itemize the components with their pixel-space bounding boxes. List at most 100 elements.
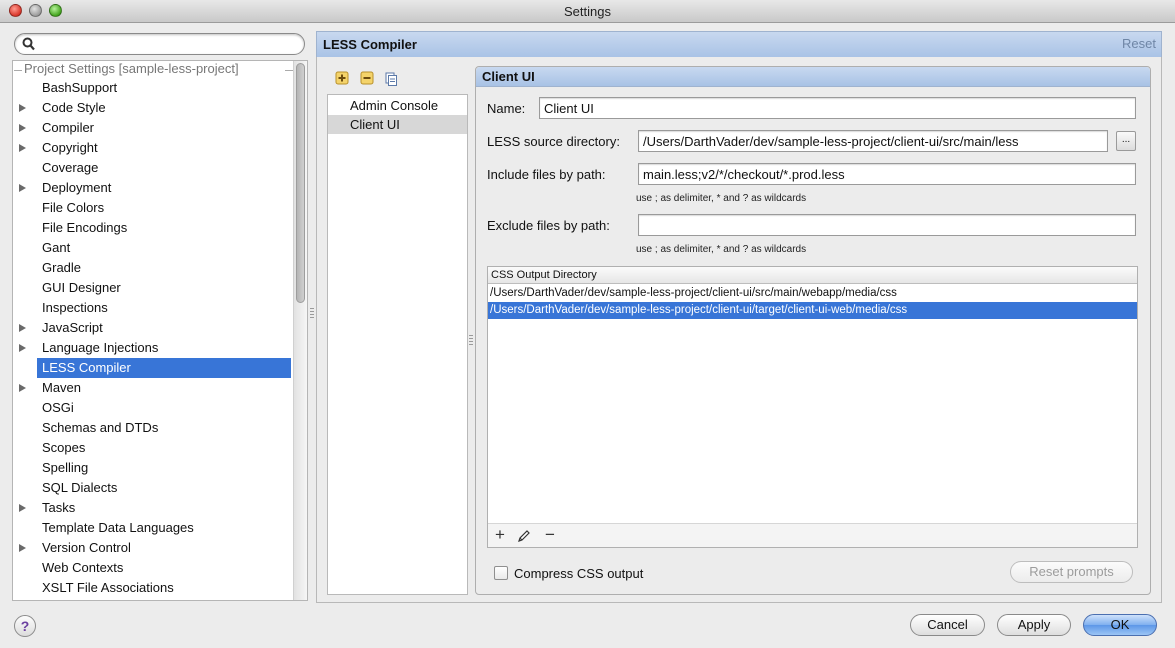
expand-arrow-icon[interactable] (19, 504, 26, 512)
remove-compiler-icon[interactable] (360, 71, 374, 85)
tree-item[interactable]: SQL Dialects (13, 478, 291, 498)
compiler-item-client-ui[interactable]: Client UI (328, 115, 467, 134)
cancel-button[interactable]: Cancel (910, 614, 985, 636)
compiler-list: Admin Console Client UI (327, 94, 468, 595)
css-output-row[interactable]: /Users/DarthVader/dev/sample-less-projec… (488, 302, 1137, 319)
tree-item-label: GUI Designer (42, 280, 121, 295)
tree-item[interactable]: Inspections (13, 298, 291, 318)
tree-item-label: Schemas and DTDs (42, 420, 159, 435)
source-directory-field[interactable]: /Users/DarthVader/dev/sample-less-projec… (638, 130, 1108, 152)
tree-item-label: Template Data Languages (42, 520, 194, 535)
expand-arrow-icon[interactable] (19, 324, 26, 332)
reset-prompts-button[interactable]: Reset prompts (1010, 561, 1133, 583)
tree-item-label: Gradle (42, 260, 82, 275)
tree-item[interactable]: Scopes (13, 438, 291, 458)
tree-item[interactable]: Gradle (13, 258, 291, 278)
css-output-row[interactable]: /Users/DarthVader/dev/sample-less-projec… (488, 285, 1137, 302)
apply-button[interactable]: Apply (997, 614, 1071, 636)
tree-item[interactable]: File Colors (13, 198, 291, 218)
tree-item[interactable]: XSLT File Associations (13, 578, 291, 598)
window-title: Settings (564, 4, 611, 19)
compress-css-label: Compress CSS output (514, 566, 644, 581)
name-field[interactable]: Client UI (539, 97, 1136, 119)
tree-scrollbar-thumb[interactable] (296, 63, 305, 303)
tree-item[interactable]: GUI Designer (13, 278, 291, 298)
tree-item-label: File Colors (42, 200, 105, 215)
tree-item[interactable]: Tasks (13, 498, 291, 518)
expand-arrow-icon[interactable] (19, 384, 26, 392)
project-settings-header: Project Settings [sample-less-project] (13, 61, 296, 79)
exclude-files-field[interactable] (638, 214, 1136, 236)
tree-item[interactable]: Gant (13, 238, 291, 258)
exclude-files-hint: use ; as delimiter, * and ? as wildcards (636, 244, 807, 255)
copy-compiler-icon[interactable] (384, 72, 398, 86)
compiler-item-admin-console[interactable]: Admin Console (328, 96, 467, 115)
css-output-table: CSS Output Directory /Users/DarthVader/d… (487, 266, 1138, 548)
tree-item[interactable]: Language Injections (13, 338, 291, 358)
tree-item-label: Tasks (42, 500, 76, 515)
tree-item-label: Inspections (42, 300, 108, 315)
group-header: Client UI (476, 67, 1150, 87)
tree-item[interactable]: BashSupport (13, 78, 291, 98)
name-label: Name: (487, 101, 526, 116)
add-output-icon[interactable]: + (491, 526, 509, 544)
compress-css-checkbox[interactable] (494, 566, 508, 580)
left-splitter-grip[interactable] (310, 308, 314, 320)
tree-item-label: Version Control (42, 540, 131, 555)
tree-item[interactable]: Copyright (13, 138, 291, 158)
tree-item-label: Scopes (42, 440, 86, 455)
tree-item-label: Deployment (42, 180, 112, 195)
tree-scrollbar[interactable] (293, 61, 307, 600)
tree-item[interactable]: Compiler (13, 118, 291, 138)
expand-arrow-icon[interactable] (19, 144, 26, 152)
tree-item-label: SQL Dialects (42, 480, 118, 495)
tree-item[interactable]: Coverage (13, 158, 291, 178)
include-files-label: Include files by path: (487, 167, 606, 182)
tree-item[interactable]: LESS Compiler (37, 358, 291, 378)
tree-item[interactable]: File Encodings (13, 218, 291, 238)
tree-item[interactable]: JavaScript (13, 318, 291, 338)
panel-title: LESS Compiler (323, 37, 417, 52)
tree-item[interactable]: Web Contexts (13, 558, 291, 578)
include-files-hint: use ; as delimiter, * and ? as wildcards (636, 193, 807, 204)
tree-item-label: Language Injections (42, 340, 159, 355)
tree-item[interactable]: Template Data Languages (13, 518, 291, 538)
tree-item-label: OSGi (42, 400, 74, 415)
tree-item[interactable]: Schemas and DTDs (13, 418, 291, 438)
source-directory-label: LESS source directory: (487, 134, 620, 149)
help-button[interactable]: ? (14, 615, 36, 637)
expand-arrow-icon[interactable] (19, 104, 26, 112)
expand-arrow-icon[interactable] (19, 184, 26, 192)
expand-arrow-icon[interactable] (19, 544, 26, 552)
middle-splitter-grip[interactable] (469, 335, 473, 347)
css-output-toolbar: + − (488, 523, 1137, 547)
project-settings-label: Project Settings [sample-less-project] (24, 61, 239, 76)
tree-item[interactable]: Code Style (13, 98, 291, 118)
reset-link[interactable]: Reset (1122, 36, 1156, 51)
css-output-column-header[interactable]: CSS Output Directory (488, 267, 1137, 284)
tree-item[interactable]: Spelling (13, 458, 291, 478)
tree-item[interactable]: Deployment (13, 178, 291, 198)
compiler-item-label: Admin Console (350, 98, 439, 113)
add-compiler-icon[interactable] (335, 71, 349, 85)
compiler-item-label: Client UI (350, 117, 400, 132)
tree-item[interactable]: OSGi (13, 398, 291, 418)
tree-item[interactable]: Maven (13, 378, 291, 398)
ok-button[interactable]: OK (1083, 614, 1157, 636)
expand-arrow-icon[interactable] (19, 344, 26, 352)
tree-item-label: LESS Compiler (42, 360, 131, 375)
expand-arrow-icon[interactable] (19, 124, 26, 132)
tree-item-label: JavaScript (42, 320, 103, 335)
settings-search-input[interactable] (14, 33, 305, 55)
tree-item-label: File Encodings (42, 220, 128, 235)
edit-output-icon[interactable] (517, 529, 531, 543)
remove-output-icon[interactable]: − (541, 526, 559, 544)
tree-item[interactable]: Version Control (13, 538, 291, 558)
tree-item-label: Maven (42, 380, 82, 395)
exclude-files-label: Exclude files by path: (487, 218, 610, 233)
tree-item-label: Copyright (42, 140, 98, 155)
group-title: Client UI (482, 69, 535, 84)
tree-item-label: Code Style (42, 100, 106, 115)
include-files-field[interactable]: main.less;v2/*/checkout/*.prod.less (638, 163, 1136, 185)
browse-button[interactable]: ... (1116, 131, 1136, 151)
